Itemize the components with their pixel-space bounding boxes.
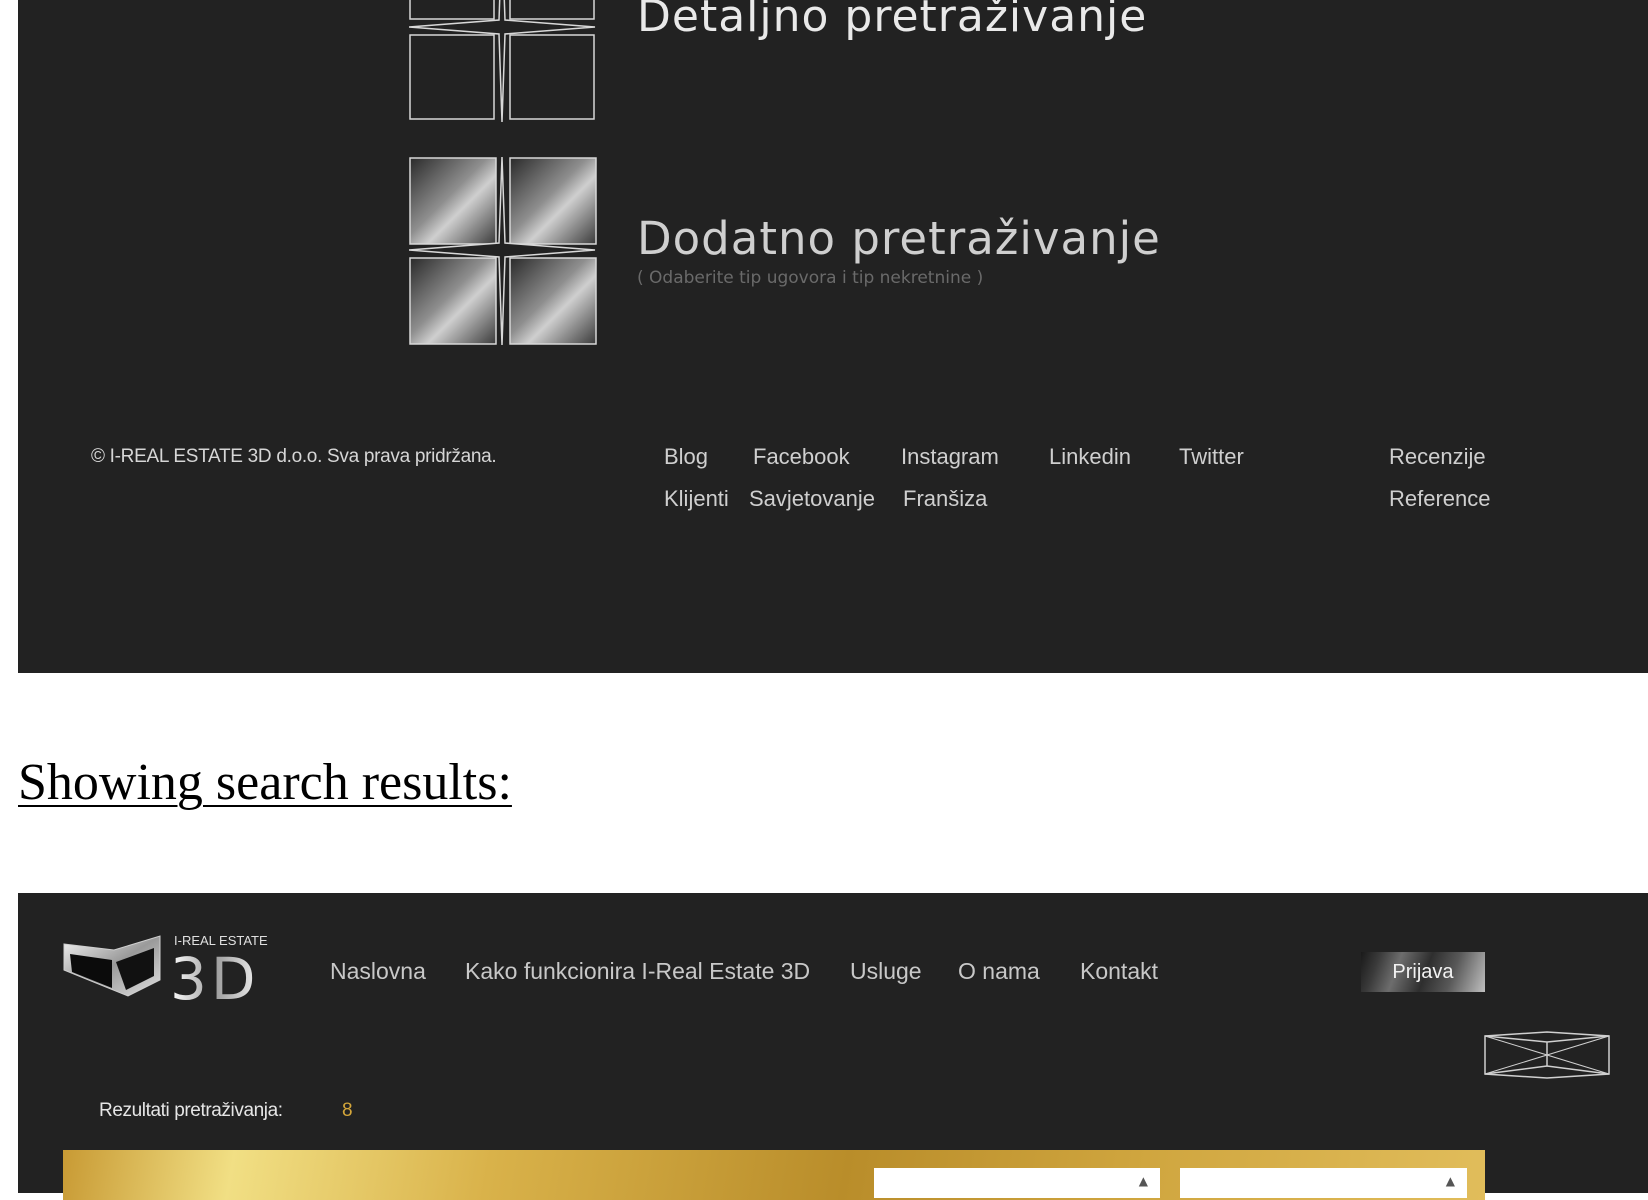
nav-kontakt[interactable]: Kontakt [1080, 958, 1158, 985]
footer-link-klijenti[interactable]: Klijenti [664, 486, 729, 512]
footer-link-blog[interactable]: Blog [664, 444, 708, 470]
extra-search-subtitle: ( Odaberite tip ugovora i tip nekretnine… [637, 268, 984, 288]
footer-link-savjetovanje[interactable]: Savjetovanje [749, 486, 875, 512]
extra-search-icon[interactable] [409, 157, 597, 345]
view-toggle-icon[interactable] [1483, 1030, 1611, 1080]
copyright-text: © I-REAL ESTATE 3D d.o.o. Sva prava prid… [91, 446, 497, 467]
footer-link-reference[interactable]: Reference [1389, 486, 1491, 512]
login-button[interactable]: Prijava [1361, 952, 1485, 992]
logo-big-text: 3D [170, 945, 260, 1006]
nav-naslovna[interactable]: Naslovna [330, 958, 426, 985]
filter-select-2[interactable]: ▲ [1180, 1168, 1467, 1198]
nav-kako-funkcionira[interactable]: Kako funkcionira I-Real Estate 3D [465, 958, 810, 985]
results-count-label: Rezultati pretraživanja: [99, 1100, 283, 1121]
footer-link-twitter[interactable]: Twitter [1179, 444, 1244, 470]
search-results-heading: Showing search results: [18, 754, 512, 811]
chevron-up-icon: ▲ [1138, 1174, 1148, 1188]
detail-search-title[interactable]: Detaljno pretraživanje [637, 0, 1147, 42]
footer-link-fransiza[interactable]: Franšiza [903, 486, 987, 512]
search-options-panel: Detaljno pretraživanje Dodatno pretraživ… [18, 0, 1648, 673]
chevron-up-icon: ▲ [1445, 1174, 1455, 1188]
nav-o-nama[interactable]: O nama [958, 958, 1040, 985]
footer-link-linkedin[interactable]: Linkedin [1049, 444, 1131, 470]
footer-link-instagram[interactable]: Instagram [901, 444, 999, 470]
filter-select-1[interactable]: ▲ [874, 1168, 1160, 1198]
extra-search-title[interactable]: Dodatno pretraživanje [637, 212, 1161, 265]
nav-usluge[interactable]: Usluge [850, 958, 922, 985]
logo-icon[interactable]: I-REAL ESTATE 3D [62, 930, 292, 1006]
results-count-value: 8 [342, 1100, 353, 1121]
footer-link-facebook[interactable]: Facebook [753, 444, 850, 470]
detail-search-icon[interactable] [409, 0, 597, 122]
footer-link-recenzije[interactable]: Recenzije [1389, 444, 1486, 470]
